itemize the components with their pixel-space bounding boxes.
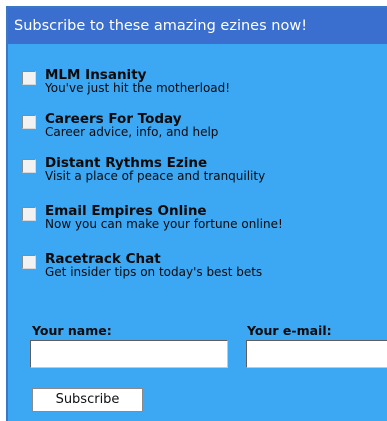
ezine-description: You've just hit the motherload! bbox=[45, 81, 231, 95]
email-input[interactable] bbox=[246, 340, 387, 368]
name-label: Your name: bbox=[32, 323, 112, 338]
ezine-option[interactable]: Careers For Today Career advice, info, a… bbox=[22, 111, 382, 147]
panel-header: Subscribe to these amazing ezines now! bbox=[8, 8, 387, 44]
ezine-checkbox-email-empires[interactable] bbox=[22, 207, 36, 221]
ezine-option[interactable]: Email Empires Online Now you can make yo… bbox=[22, 203, 382, 239]
name-input[interactable] bbox=[30, 340, 228, 368]
ezine-checkbox-racetrack-chat[interactable] bbox=[22, 255, 36, 269]
ezine-option[interactable]: Distant Rythms Ezine Visit a place of pe… bbox=[22, 155, 382, 191]
ezine-description: Now you can make your fortune online! bbox=[45, 217, 283, 231]
ezine-checkbox-distant-rythms[interactable] bbox=[22, 159, 36, 173]
ezine-checkbox-careers-for-today[interactable] bbox=[22, 115, 36, 129]
ezine-description: Visit a place of peace and tranquility bbox=[45, 169, 266, 183]
ezine-description: Get insider tips on today's best bets bbox=[45, 265, 263, 279]
subscribe-button[interactable]: Subscribe bbox=[32, 388, 143, 412]
ezine-option[interactable]: Racetrack Chat Get insider tips on today… bbox=[22, 251, 382, 287]
ezine-option[interactable]: MLM Insanity You've just hit the motherl… bbox=[22, 67, 382, 103]
ezine-description: Career advice, info, and help bbox=[45, 125, 219, 139]
subscribe-panel: Subscribe to these amazing ezines now! M… bbox=[6, 6, 387, 421]
ezine-checkbox-mlm-insanity[interactable] bbox=[22, 71, 36, 85]
email-label: Your e-mail: bbox=[247, 323, 332, 338]
